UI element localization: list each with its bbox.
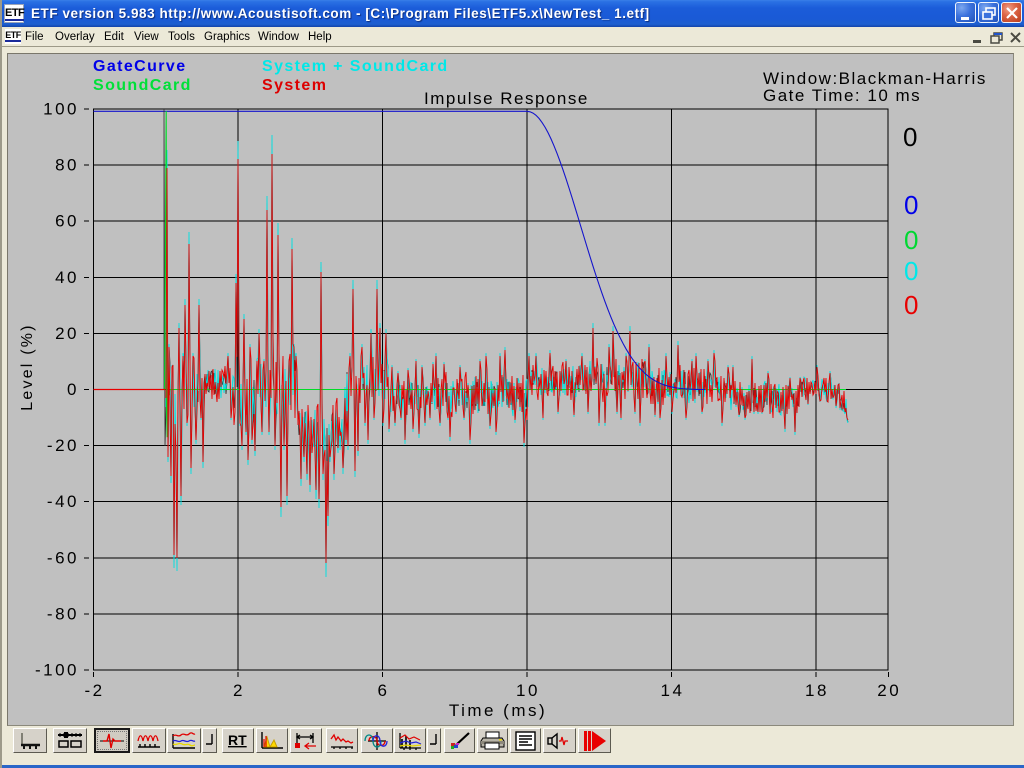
- svg-text:0: 0: [904, 225, 918, 255]
- svg-text:-40: -40: [47, 492, 79, 511]
- svg-text:0: 0: [67, 380, 79, 399]
- svg-text:-60: -60: [47, 548, 79, 567]
- svg-text:System: System: [262, 77, 327, 94]
- svg-text:20: 20: [877, 681, 901, 700]
- svg-text:GateCurve: GateCurve: [93, 58, 187, 75]
- svg-text:-80: -80: [47, 604, 79, 623]
- svg-text:20: 20: [55, 324, 79, 343]
- svg-text:6: 6: [378, 681, 390, 700]
- svg-text:-20: -20: [47, 436, 79, 455]
- svg-text:0: 0: [904, 256, 918, 286]
- svg-text:Level (%): Level (%): [19, 323, 36, 410]
- svg-text:RT: RT: [228, 732, 247, 748]
- svg-text:Gate Time: 10 ms: Gate Time: 10 ms: [763, 86, 921, 105]
- svg-text:10: 10: [516, 681, 540, 700]
- svg-text:18: 18: [805, 681, 829, 700]
- svg-text:60: 60: [55, 212, 79, 231]
- svg-text:Time (ms): Time (ms): [449, 701, 547, 720]
- svg-text:0: 0: [903, 122, 917, 152]
- svg-text:0: 0: [904, 290, 918, 320]
- svg-text:Impulse Response: Impulse Response: [424, 89, 589, 108]
- svg-text:-2: -2: [84, 681, 104, 700]
- svg-text:System + SoundCard: System + SoundCard: [262, 58, 449, 75]
- svg-text:2: 2: [233, 681, 245, 700]
- svg-text:100: 100: [43, 100, 79, 119]
- svg-text:-100: -100: [35, 661, 79, 680]
- svg-text:0: 0: [904, 190, 918, 220]
- svg-text:80: 80: [55, 156, 79, 175]
- svg-text:14: 14: [661, 681, 685, 700]
- svg-text:40: 40: [55, 268, 79, 287]
- svg-text:SoundCard: SoundCard: [93, 77, 192, 94]
